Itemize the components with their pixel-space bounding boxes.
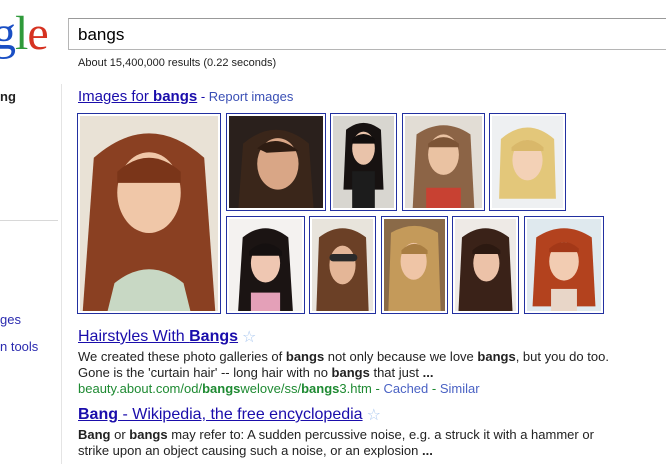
snippet-text: Gone is the 'curtain hair' -- long hair … xyxy=(78,365,332,380)
url-part: beauty.about.com/od/ xyxy=(78,381,203,396)
result-1-title-link[interactable]: Hairstyles With Bangs xyxy=(78,328,238,345)
images-for-link[interactable]: Images for bangs xyxy=(78,88,197,105)
nav-divider xyxy=(0,220,58,221)
photo-icon xyxy=(312,219,373,311)
images-link-prefix: Images for xyxy=(78,88,154,105)
snippet-text: that just xyxy=(369,365,423,380)
result-2-title-link[interactable]: Bang - Wikipedia, the free encyclopedia xyxy=(78,406,363,423)
snippet-bold: Bang xyxy=(78,427,111,442)
left-nav: ng ges n tools xyxy=(0,0,64,457)
result-stats: About 15,400,000 results (0.22 seconds) xyxy=(78,57,277,69)
images-separator: - xyxy=(197,89,209,104)
url-bold: bangs xyxy=(301,381,340,396)
photo-icon xyxy=(80,116,218,311)
photo-icon xyxy=(333,116,394,208)
image-thumb-6[interactable] xyxy=(226,216,305,314)
photo-icon xyxy=(384,219,445,311)
star-icon[interactable]: ☆ xyxy=(367,405,381,425)
image-thumb-5[interactable] xyxy=(489,113,566,211)
snippet-bold: bangs xyxy=(477,349,516,364)
search-result-2: Bang - Wikipedia, the free encyclopedia ☆… xyxy=(78,405,666,459)
result-1-url: beauty.about.com/od/bangswelove/ss/bangs… xyxy=(78,381,666,397)
snippet-text: strike upon an object causing such a noi… xyxy=(78,443,422,458)
search-input[interactable] xyxy=(78,24,658,46)
result-1-title-prefix: Hairstyles With xyxy=(78,328,190,345)
snippet-bold: ... xyxy=(422,365,434,380)
result-1-snippet: We created these photo galleries of bang… xyxy=(78,349,666,381)
snippet-bold: bangs xyxy=(331,365,370,380)
snippet-text: , but you do too. xyxy=(515,349,609,364)
image-thumb-8[interactable] xyxy=(381,216,448,314)
image-thumb-7[interactable] xyxy=(309,216,376,314)
search-result-1: Hairstyles With Bangs ☆ We created these … xyxy=(78,327,666,397)
url-separator: - xyxy=(371,381,384,396)
photo-icon xyxy=(527,219,601,311)
url-part: welove/ss/ xyxy=(240,381,302,396)
snippet-text: or xyxy=(110,427,130,442)
image-thumb-4[interactable] xyxy=(402,113,485,211)
result-2-snippet: Bang or bangs may refer to: A sudden per… xyxy=(78,427,666,459)
result-2-title-bold: Bang xyxy=(78,406,118,423)
photo-icon xyxy=(492,116,563,208)
report-images-link[interactable]: Report images xyxy=(209,89,294,104)
image-thumb-2[interactable] xyxy=(226,113,326,211)
nav-item-selected[interactable]: ng xyxy=(0,89,16,104)
cached-link[interactable]: Cached xyxy=(383,381,428,396)
snippet-text: may refer to: A sudden percussive noise,… xyxy=(167,427,594,442)
url-part: 3.htm xyxy=(339,381,372,396)
images-header: Images for bangs - Report images xyxy=(78,88,293,105)
snippet-bold: bangs xyxy=(285,349,325,364)
star-icon[interactable]: ☆ xyxy=(242,327,256,347)
photo-icon xyxy=(405,116,482,208)
image-thumb-3[interactable] xyxy=(330,113,397,211)
url-bold: bangs xyxy=(202,381,241,396)
photo-icon xyxy=(455,219,516,311)
photo-icon xyxy=(229,219,302,311)
result-1-title-bold: Bangs xyxy=(189,328,239,345)
image-thumb-1[interactable] xyxy=(77,113,221,314)
photo-icon xyxy=(229,116,323,208)
nav-link-tools[interactable]: n tools xyxy=(0,339,38,354)
images-link-query: bangs xyxy=(153,88,198,105)
snippet-bold: ... xyxy=(422,443,433,458)
result-2-title-rest: - Wikipedia, the free encyclopedia xyxy=(118,406,363,423)
snippet-text: We created these photo galleries of xyxy=(78,349,286,364)
nav-link-images[interactable]: ges xyxy=(0,312,21,327)
image-thumb-10[interactable] xyxy=(524,216,604,314)
search-box[interactable] xyxy=(68,18,666,50)
similar-link[interactable]: Similar xyxy=(440,381,480,396)
snippet-bold: bangs xyxy=(129,427,168,442)
url-separator: - xyxy=(428,381,440,396)
nav-separator-line xyxy=(61,84,62,464)
snippet-text: not only because we love xyxy=(324,349,478,364)
image-thumb-9[interactable] xyxy=(452,216,519,314)
